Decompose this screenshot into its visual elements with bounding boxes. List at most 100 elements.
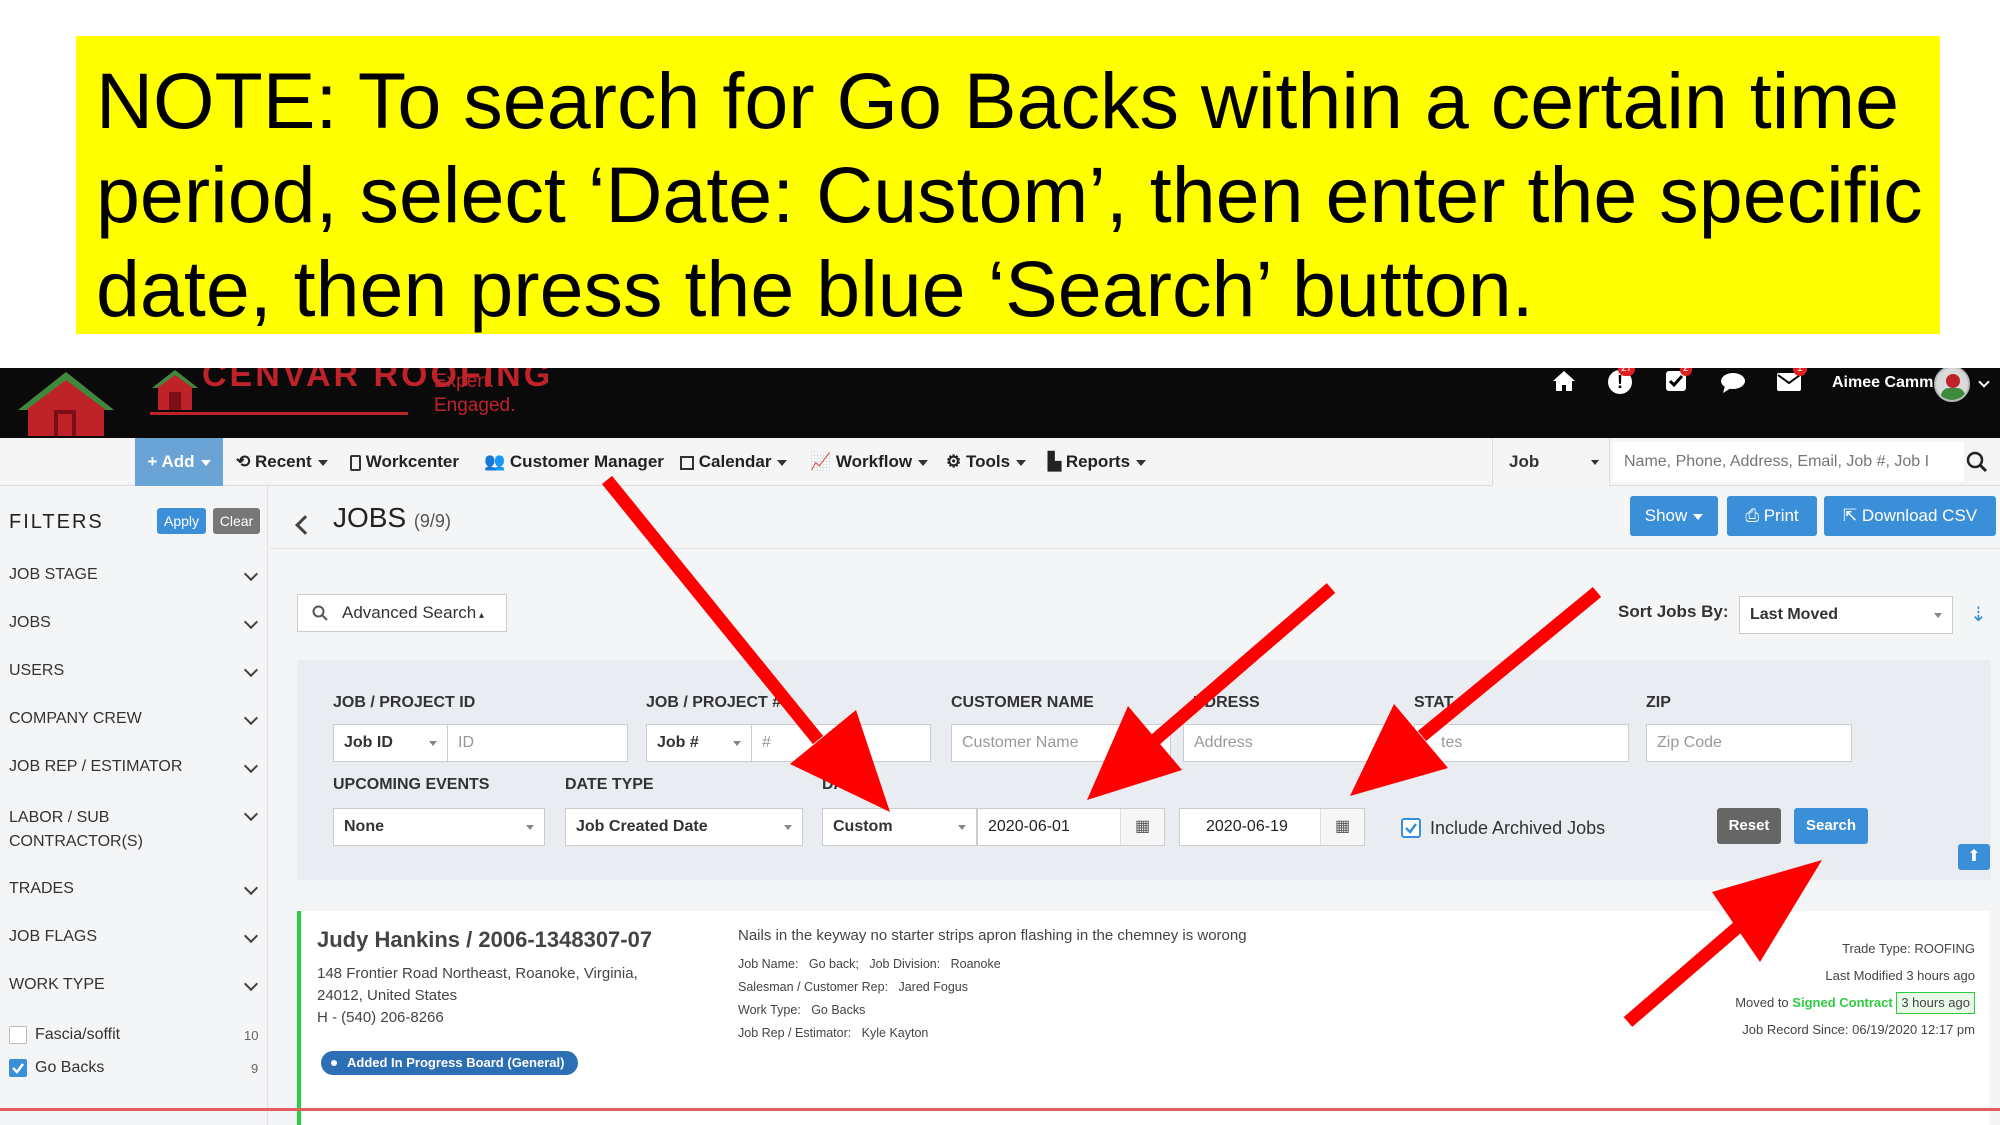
avatar[interactable] xyxy=(1934,368,1970,402)
check-icon xyxy=(1405,823,1417,834)
add-button[interactable]: + Add xyxy=(135,438,223,486)
user-menu-chevron-icon[interactable] xyxy=(1978,376,1990,388)
fascia-checkbox[interactable] xyxy=(9,1026,27,1044)
label-date: DATE xyxy=(822,776,865,793)
job-card-address: 148 Frontier Road Northeast, Roanoke, Vi… xyxy=(317,963,638,1029)
moved-to: Moved to Signed Contract 3 hours ago xyxy=(1735,989,1975,1016)
job-num-type-select[interactable]: Job # xyxy=(646,724,752,762)
date-from-input[interactable]: 2020-06-01 ▦ xyxy=(977,808,1165,846)
external-link-icon: ⇱ xyxy=(1842,506,1858,525)
status-badge: Added In Progress Board (General) xyxy=(321,1051,579,1075)
address-input[interactable]: Address xyxy=(1183,724,1403,762)
label-date-type: DATE TYPE xyxy=(565,776,654,793)
chevron-down-icon xyxy=(243,662,259,678)
chevron-down-icon xyxy=(243,976,259,992)
label-address: DDRESS xyxy=(1193,694,1260,711)
filter-labor-sub[interactable]: LABOR / SUB CONTRACTOR(S) xyxy=(9,806,264,854)
fascia-label: Fascia/soffit xyxy=(35,1026,121,1043)
note-text: NOTE: To search for Go Backs within a ce… xyxy=(96,56,1923,333)
include-archived-checkbox[interactable] xyxy=(1401,818,1421,838)
print-button[interactable]: ⎙ Print xyxy=(1727,496,1817,536)
filters-sidebar: FILTERS Apply Clear JOB STAGE JOBS USERS… xyxy=(0,486,268,1125)
sort-select[interactable]: Last Moved xyxy=(1739,596,1953,634)
filter-job-rep[interactable]: JOB REP / ESTIMATOR xyxy=(9,758,264,776)
show-button[interactable]: Show xyxy=(1630,496,1718,536)
job-meta: Trade Type: ROOFING Last Modified 3 hour… xyxy=(1735,935,1975,1043)
include-archived-label: Include Archived Jobs xyxy=(1430,818,1606,838)
state-input[interactable]: tes xyxy=(1414,724,1629,762)
nav-workflow[interactable]: 📈 Workflow xyxy=(810,438,929,486)
go-backs-count: 9 xyxy=(251,1061,259,1076)
nav-tools[interactable]: ⚙ Tools xyxy=(946,438,1027,486)
chevron-down-icon xyxy=(243,614,259,630)
date-type-select[interactable]: Job Created Date xyxy=(565,808,803,846)
calendar-icon[interactable]: ▦ xyxy=(1320,809,1364,845)
label-state: STAT xyxy=(1414,694,1454,711)
chat-icon[interactable] xyxy=(1720,372,1746,394)
page-title: JOBS (9/9) xyxy=(333,502,451,533)
record-since: Job Record Since: 06/19/2020 12:17 pm xyxy=(1742,1022,1975,1037)
date-to-input[interactable]: 2020-06-19 ▦ xyxy=(1179,808,1365,846)
nav-reports[interactable]: ▙ Reports xyxy=(1048,438,1147,486)
top-bar: CENVAR ROOFING Expert. Engaged. ! 27 2 1… xyxy=(0,368,2000,438)
label-upcoming-events: UPCOMING EVENTS xyxy=(333,776,490,793)
tagline: Expert. Engaged. xyxy=(434,371,516,416)
zip-input[interactable]: Zip Code xyxy=(1646,724,1852,762)
customer-name-input[interactable]: Customer Name xyxy=(951,724,1171,762)
main-nav: + Add ⟲ Recent Workcenter 👥 Customer Man… xyxy=(0,438,2000,486)
check-icon xyxy=(12,1063,24,1074)
scroll-top-arrow-icon[interactable]: ⬆ xyxy=(1958,844,1990,870)
job-card[interactable]: Judy Hankins / 2006-1348307-07 148 Front… xyxy=(297,911,1989,1125)
nav-workcenter[interactable]: Workcenter xyxy=(350,438,459,486)
line-chart-icon: 📈 xyxy=(810,452,832,471)
job-id-input[interactable]: ID xyxy=(447,724,628,762)
clear-button[interactable]: Clear xyxy=(213,508,260,534)
job-id-type-select[interactable]: Job ID xyxy=(333,724,448,762)
back-chevron-icon[interactable] xyxy=(295,515,315,535)
filter-trades[interactable]: TRADES xyxy=(9,880,264,898)
chevron-down-icon xyxy=(243,758,259,774)
filter-work-type[interactable]: WORK TYPE xyxy=(9,976,264,994)
job-card-phone: H - (540) 206-8266 xyxy=(317,1009,444,1026)
advanced-search-panel: JOB / PROJECT ID JOB / PROJECT # CUSTOME… xyxy=(297,660,1991,880)
go-backs-checkbox[interactable] xyxy=(9,1059,27,1077)
download-csv-button[interactable]: ⇱ Download CSV xyxy=(1824,496,1996,536)
nav-calendar[interactable]: Calendar xyxy=(680,438,788,486)
home-logo-icon[interactable] xyxy=(14,370,118,438)
advanced-search-toggle[interactable]: Advanced Search ▴ xyxy=(297,594,507,632)
filter-job-stage[interactable]: JOB STAGE xyxy=(9,566,264,584)
job-num-input[interactable]: # xyxy=(751,724,931,762)
sort-label: Sort Jobs By: xyxy=(1618,602,1729,621)
tasks-badge: 2 xyxy=(1680,368,1692,376)
label-job-project-num: JOB / PROJECT # xyxy=(646,694,782,711)
calendar-icon xyxy=(680,455,694,470)
filter-users[interactable]: USERS xyxy=(9,662,264,680)
fascia-count: 10 xyxy=(244,1028,259,1043)
search-icon[interactable] xyxy=(1966,451,1988,473)
filter-jobs[interactable]: JOBS xyxy=(9,614,264,632)
search-button[interactable]: Search xyxy=(1794,808,1868,844)
filter-company-crew[interactable]: COMPANY CREW xyxy=(9,710,264,728)
sort-order-icon[interactable]: ⇣ xyxy=(1970,602,1987,627)
user-name[interactable]: Aimee Camm xyxy=(1832,374,1933,392)
home-icon[interactable] xyxy=(1552,370,1576,392)
job-details: Job Name: Go back; Job Division: Roanoke… xyxy=(738,957,1001,1040)
history-icon: ⟲ xyxy=(236,452,251,471)
label-job-project-id: JOB / PROJECT ID xyxy=(333,694,476,711)
reset-button[interactable]: Reset xyxy=(1717,808,1781,844)
upcoming-events-select[interactable]: None xyxy=(333,808,545,846)
job-card-title[interactable]: Judy Hankins / 2006-1348307-07 xyxy=(317,927,652,953)
calendar-icon[interactable]: ▦ xyxy=(1120,809,1164,845)
note-banner: NOTE: To search for Go Backs within a ce… xyxy=(76,36,1940,334)
global-search-input[interactable] xyxy=(1612,442,1964,482)
search-scope-select[interactable]: Job xyxy=(1492,438,1610,486)
label-customer-name: CUSTOMER NAME xyxy=(951,694,1094,711)
date-range-select[interactable]: Custom xyxy=(822,808,977,846)
roof-logo-icon xyxy=(152,370,198,410)
filter-job-flags[interactable]: JOB FLAGS xyxy=(9,928,264,946)
area-chart-icon: ▙ xyxy=(1048,452,1062,471)
nav-customer-manager[interactable]: 👥 Customer Manager xyxy=(484,438,664,486)
chevron-down-icon xyxy=(243,880,259,896)
nav-recent[interactable]: ⟲ Recent xyxy=(236,438,328,486)
apply-button[interactable]: Apply xyxy=(157,508,206,534)
